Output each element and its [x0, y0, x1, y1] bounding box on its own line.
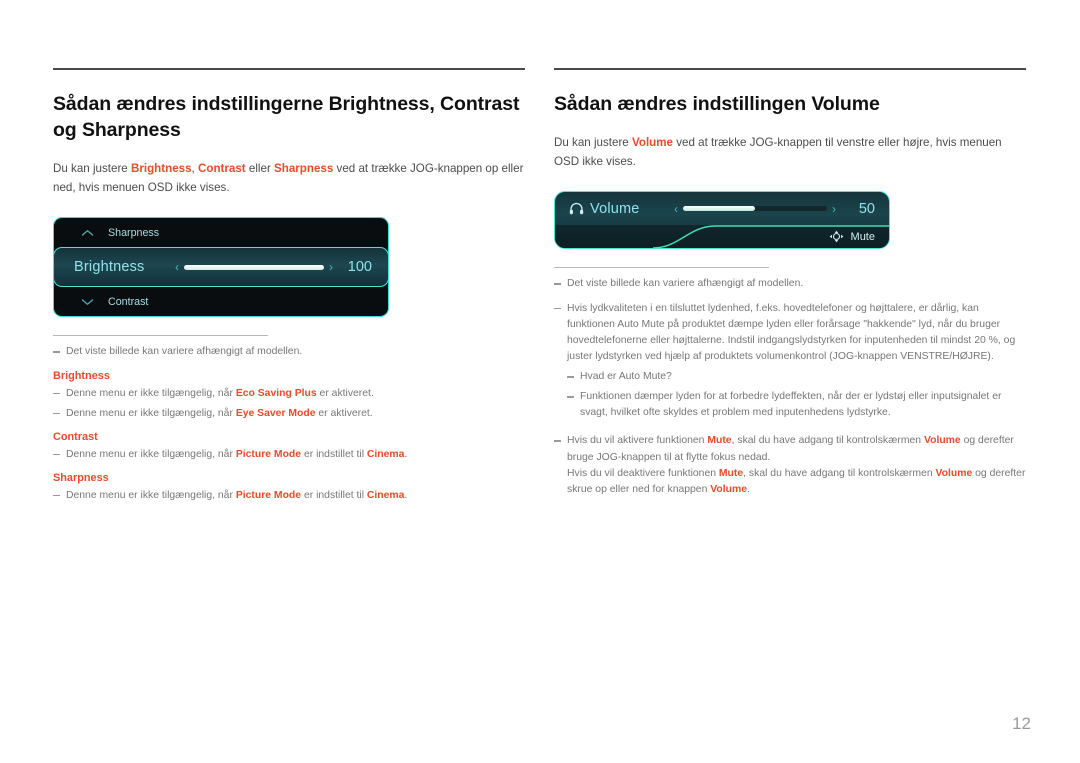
subheading-brightness: Brightness	[53, 369, 110, 382]
osd-volume-panel: Volume ‹ › 50 Mute	[554, 191, 890, 250]
osd-item-label: Contrast	[108, 295, 149, 308]
dpad-icon	[829, 230, 844, 243]
slider-left-arrow-icon[interactable]: ‹	[170, 261, 184, 273]
note-automute-answer: Funktionen dæmper lyden for at forbedre …	[567, 389, 1026, 421]
mute-row[interactable]: Mute	[555, 225, 889, 249]
intro-paragraph-right: Du kan justere Volume ved at trække JOG-…	[554, 134, 1026, 172]
right-column: Sådan ændres indstillingen Volume Du kan…	[554, 68, 1026, 502]
volume-value: 50	[858, 200, 875, 217]
note-text2: Hvis du vil deaktivere funktionen	[567, 467, 719, 479]
note-text-tail: .	[404, 489, 408, 501]
note-text-tail: er aktiveret.	[316, 387, 374, 399]
note-text: Denne menu er ikke tilgængelig, når	[66, 387, 236, 399]
osd-volume-widget: Volume ‹ › 50 Mute	[554, 191, 1026, 250]
term-volume: Volume	[923, 435, 961, 447]
osd-item-sharpness[interactable]: Sharpness	[54, 218, 388, 247]
osd-panel: Sharpness Brightness ‹ › 100 Contrast	[53, 217, 389, 318]
volume-row[interactable]: Volume ‹ › 50	[555, 192, 889, 225]
term-volume: Volume	[710, 483, 748, 495]
note-text-mid: er indstillet til	[301, 489, 367, 501]
volume-label: Volume	[590, 200, 640, 217]
section-divider-left	[53, 68, 525, 70]
chevron-down-icon	[76, 298, 98, 306]
section-divider-right	[554, 68, 1026, 70]
note-text: Hvis du vil aktivere funktionen	[567, 435, 708, 447]
brightness-slider[interactable]	[184, 264, 324, 270]
note-mute-enable-disable: Hvis du vil aktivere funktionen Mute, sk…	[554, 433, 1026, 498]
term-mute: Mute	[718, 467, 744, 479]
term-picture-mode: Picture Mode	[235, 489, 302, 501]
intro-sep2: eller	[245, 161, 275, 175]
note-text-tail: er aktiveret.	[315, 407, 373, 419]
osd-item-contrast[interactable]: Contrast	[54, 287, 388, 316]
term-volume: Volume	[935, 467, 973, 479]
term-cinema: Cinema	[366, 489, 405, 501]
note-sharpness-picturemode: Denne menu er ikke tilgængelig, når Pict…	[53, 488, 525, 504]
term-picture-mode: Picture Mode	[235, 448, 302, 460]
page-number: 12	[1012, 714, 1031, 733]
osd-brightness-widget: Sharpness Brightness ‹ › 100 Contrast	[53, 217, 525, 318]
note-contrast-picturemode: Denne menu er ikke tilgængelig, når Pict…	[53, 447, 525, 463]
intro-paragraph-left: Du kan justere Brightness, Contrast elle…	[53, 160, 525, 198]
term-contrast: Contrast	[198, 161, 246, 175]
term-eco-saving-plus: Eco Saving Plus	[235, 387, 317, 399]
left-column: Sådan ændres indstillingerne Brightness,…	[53, 68, 525, 508]
term-cinema: Cinema	[366, 448, 405, 460]
volume-slider-fill	[683, 206, 755, 212]
note-model-variation: Det viste billede kan variere afhængigt …	[53, 344, 525, 360]
osd-selected-label: Brightness	[74, 259, 145, 276]
note-text-mid: er indstillet til	[301, 448, 367, 460]
osd-item-label: Sharpness	[108, 226, 160, 239]
term-sharpness: Sharpness	[274, 161, 334, 175]
note-text: Denne menu er ikke tilgængelig, når	[66, 407, 236, 419]
page-title-left: Sådan ændres indstillingerne Brightness,…	[53, 93, 520, 141]
osd-item-brightness-selected[interactable]: Brightness ‹ › 100	[53, 247, 389, 288]
note-brightness-eyesaver: Denne menu er ikke tilgængelig, når Eye …	[53, 406, 525, 422]
note-text-tail: .	[404, 448, 408, 460]
note-text2-mid: , skal du have adgang til kontrolskærmen	[743, 467, 936, 479]
note-text: Denne menu er ikke tilgængelig, når	[66, 448, 236, 460]
brightness-value: 100	[347, 259, 372, 276]
note-text: Denne menu er ikke tilgængelig, når	[66, 489, 236, 501]
mute-label: Mute	[850, 230, 875, 243]
volume-label-group: Volume	[569, 201, 669, 217]
page-title-right: Sådan ændres indstillingen Volume	[554, 93, 880, 115]
note-automute-question: Hvad er Auto Mute?	[567, 369, 1026, 385]
note-brightness-eco: Denne menu er ikke tilgængelig, når Eco …	[53, 386, 525, 402]
notes-divider-right	[554, 267, 769, 269]
document-page: Sådan ændres indstillingerne Brightness,…	[0, 0, 1080, 763]
note-text-mid: , skal du have adgang til kontrolskærmen	[731, 435, 924, 447]
volume-slider[interactable]	[683, 206, 827, 212]
chevron-up-icon	[76, 229, 98, 237]
notes-divider-left	[53, 335, 268, 337]
note-audio-quality: Hvis lydkvaliteten i en tilsluttet lyden…	[554, 301, 1026, 366]
note-model-variation: Det viste billede kan variere afhængigt …	[554, 276, 1026, 292]
slider-right-arrow-icon[interactable]: ›	[324, 261, 338, 273]
intro-text: Du kan justere	[53, 161, 131, 175]
volume-left-arrow-icon[interactable]: ‹	[669, 203, 683, 215]
subheading-sharpness: Sharpness	[53, 471, 109, 484]
term-eye-saver-mode: Eye Saver Mode	[235, 407, 316, 419]
subheading-contrast: Contrast	[53, 430, 98, 443]
term-volume: Volume	[631, 135, 673, 149]
volume-right-arrow-icon[interactable]: ›	[827, 203, 841, 215]
intro-text: Du kan justere	[554, 135, 632, 149]
brightness-slider-fill	[184, 264, 324, 270]
headphone-icon	[569, 202, 584, 215]
note-text2-tail: .	[747, 483, 750, 495]
term-brightness: Brightness	[130, 161, 192, 175]
term-mute: Mute	[707, 435, 732, 447]
